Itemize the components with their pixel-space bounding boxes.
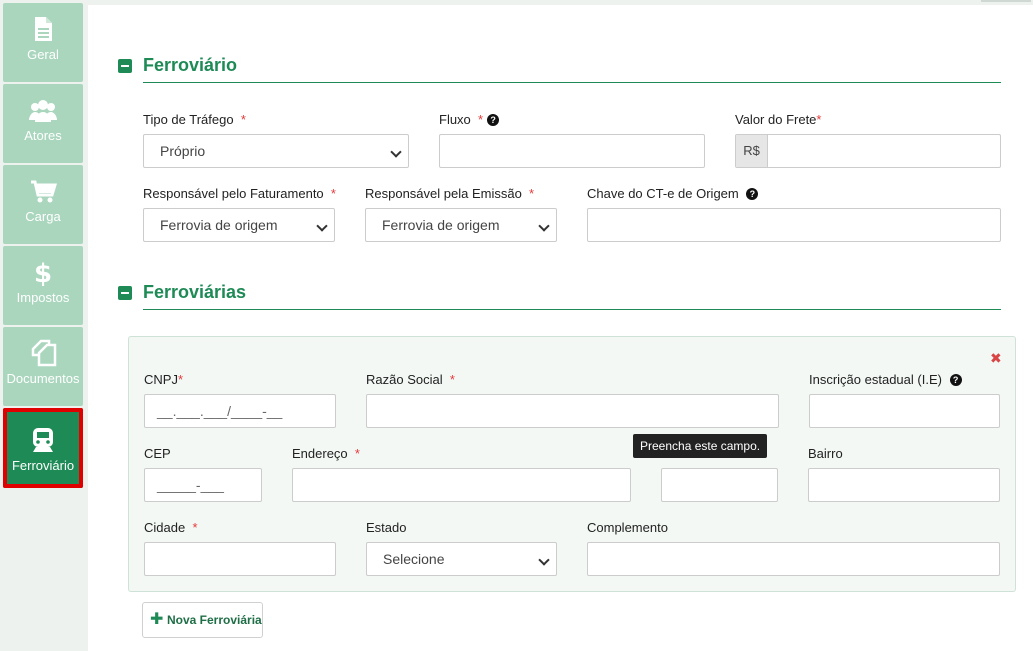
cart-icon [31, 180, 57, 203]
chevron-down-icon [390, 146, 402, 158]
plus-icon: ✚ [150, 611, 164, 628]
help-icon[interactable]: ? [487, 114, 500, 126]
resp-faturamento-label: Responsável pelo Faturamento * [143, 186, 336, 201]
sidebar-item-label: Atores [24, 128, 62, 143]
svg-text:$: $ [34, 259, 52, 286]
sidebar-item-impostos[interactable]: $ Impostos [3, 246, 83, 325]
collapse-icon[interactable] [118, 58, 132, 73]
cnpj-input[interactable]: __.___.___/____-__ [144, 394, 336, 428]
chevron-down-icon [538, 220, 550, 232]
estado-select[interactable]: Selecione [366, 542, 557, 576]
section-title: Ferroviárias [143, 282, 247, 302]
document-icon [35, 17, 52, 41]
razao-social-input[interactable] [366, 394, 779, 428]
train-icon [33, 428, 53, 452]
cep-label: CEP [144, 446, 171, 461]
inscricao-label: Inscrição estadual (I.E) ? [809, 372, 962, 387]
help-icon[interactable]: ? [746, 188, 759, 200]
sidebar-item-carga[interactable]: Carga [3, 165, 83, 244]
resp-emissao-label: Responsável pela Emissão * [365, 186, 535, 201]
chevron-down-icon [316, 220, 328, 232]
sidebar-item-documentos[interactable]: Documentos [3, 327, 83, 406]
sidebar-item-geral[interactable]: Geral [3, 3, 83, 82]
section-divider [143, 309, 1001, 310]
chave-cte-input[interactable] [587, 208, 1001, 242]
numero-input[interactable] [661, 468, 778, 502]
currency-addon: R$ [736, 135, 768, 167]
cidade-label: Cidade * [144, 520, 198, 535]
users-icon [29, 100, 57, 122]
endereco-input[interactable] [292, 468, 631, 502]
fluxo-input[interactable] [439, 134, 705, 168]
page: Geral Atores Carga $ Impostos Documentos… [0, 0, 1033, 651]
fluxo-label: Fluxo *? [439, 112, 500, 127]
cnpj-label: CNPJ* [144, 372, 184, 387]
razao-social-label: Razão Social * [366, 372, 455, 387]
copy-icon [31, 339, 57, 367]
valor-frete-label: Valor do Frete* [735, 112, 822, 127]
help-icon[interactable]: ? [949, 374, 962, 386]
add-ferroviaria-label: Nova Ferroviária [167, 613, 262, 627]
cep-input[interactable]: _____-___ [144, 468, 262, 502]
section-ferroviario-header: Ferroviário [118, 55, 237, 76]
chave-cte-label: Chave do CT-e de Origem ? [587, 186, 759, 201]
sidebar-item-label: Documentos [6, 371, 80, 386]
inscricao-input[interactable] [809, 394, 1000, 428]
cidade-input[interactable] [144, 542, 336, 576]
tipo-trafego-label: Tipo de Tráfego * [143, 112, 246, 127]
chevron-down-icon [538, 554, 550, 566]
sidebar-item-label: Geral [27, 47, 59, 62]
tipo-trafego-select[interactable]: Próprio [143, 134, 409, 168]
dollar-icon: $ [34, 259, 52, 286]
collapse-icon[interactable] [118, 285, 132, 300]
complemento-input[interactable] [587, 542, 1000, 576]
close-icon[interactable]: ✖ [990, 350, 1002, 367]
sidebar-item-label: Ferroviário [11, 458, 75, 473]
sidebar-item-ferroviario[interactable]: Ferroviário [3, 408, 83, 488]
section-title: Ferroviário [143, 55, 238, 75]
resp-faturamento-select[interactable]: Ferrovia de origem [143, 208, 335, 242]
valor-frete-input[interactable]: R$ [735, 134, 1001, 168]
sidebar: Geral Atores Carga $ Impostos Documentos… [0, 0, 88, 651]
sidebar-item-label: Carga [25, 209, 61, 224]
bairro-label: Bairro [808, 446, 843, 461]
estado-label: Estado [366, 520, 407, 535]
sidebar-item-atores[interactable]: Atores [3, 84, 83, 163]
validation-tooltip: Preencha este campo. [633, 434, 768, 458]
endereco-label: Endereço * [292, 446, 360, 461]
section-ferroviarias-header: Ferroviárias [118, 282, 246, 303]
resp-emissao-select[interactable]: Ferrovia de origem [365, 208, 557, 242]
section-divider [143, 82, 1001, 83]
add-ferroviaria-button[interactable]: ✚ Nova Ferroviária [142, 602, 263, 638]
top-bar [88, 0, 1033, 5]
sidebar-item-label: Impostos [16, 290, 70, 305]
complemento-label: Complemento [587, 520, 668, 535]
bairro-input[interactable] [808, 468, 1000, 502]
